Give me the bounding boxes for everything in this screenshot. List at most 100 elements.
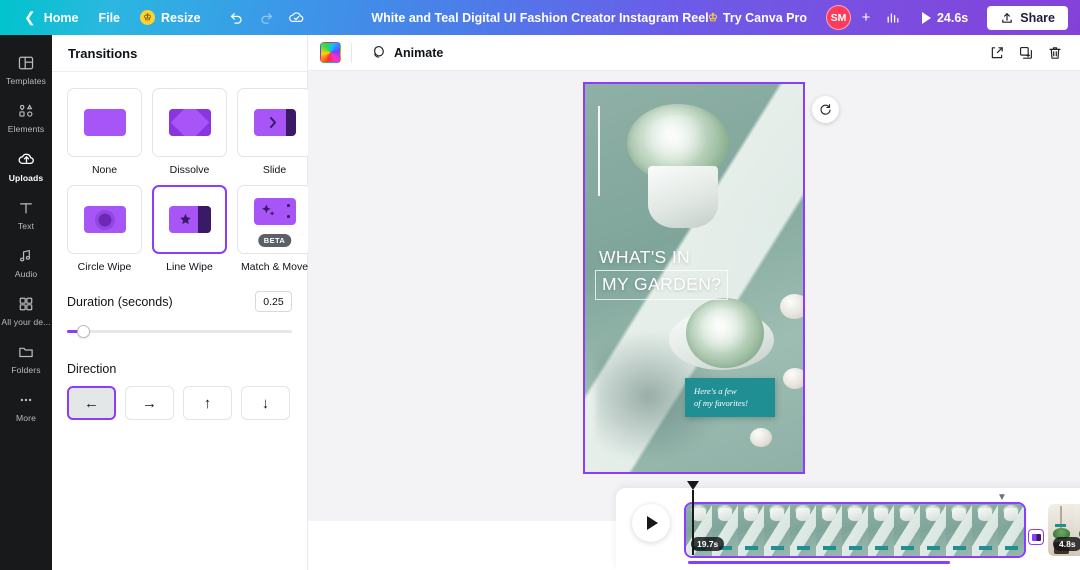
timeline-clip-2[interactable]: 4.8s xyxy=(1048,504,1080,556)
direction-button-up[interactable]: ↑ xyxy=(183,386,232,420)
timeline-panel: ▼ xyxy=(616,488,1080,570)
headline-line-1[interactable]: WHAT'S IN xyxy=(599,247,690,268)
sidebar-item-folders[interactable]: Folders xyxy=(0,334,52,382)
transition-badge-icon[interactable] xyxy=(1028,529,1044,545)
delete-trash-icon[interactable] xyxy=(1041,39,1068,66)
transitions-panel: Transitions None Dissolve xyxy=(52,35,308,570)
transition-card-dissolve[interactable] xyxy=(152,88,227,157)
sidebar-item-audio[interactable]: Audio xyxy=(0,238,52,286)
transition-option-match-and-move: BETA Match & Move xyxy=(237,185,312,273)
playhead-handle[interactable] xyxy=(687,481,699,490)
pro-label: Try Canva Pro xyxy=(723,11,807,25)
document-title[interactable]: White and Teal Digital UI Fashion Creato… xyxy=(371,11,708,25)
page-title: Transitions xyxy=(68,46,137,61)
timeline-clip-1[interactable]: 19.7s xyxy=(686,504,1024,556)
sidebar-item-elements[interactable]: Elements xyxy=(0,93,52,141)
sidebar-label-templates: Templates xyxy=(6,76,46,86)
transition-card-line-wipe[interactable] xyxy=(152,185,227,254)
slider-knob[interactable] xyxy=(77,325,90,338)
add-collaborator-button[interactable]: + xyxy=(855,7,877,29)
insights-bar-chart-icon[interactable] xyxy=(879,5,907,31)
duration-input[interactable] xyxy=(255,291,292,312)
share-label: Share xyxy=(1020,11,1055,25)
top-bar-right-group: ♔ Try Canva Pro SM + 24.6s xyxy=(699,5,1080,31)
sidebar-item-uploads[interactable]: Uploads xyxy=(0,141,52,190)
transition-card-none[interactable] xyxy=(67,88,142,157)
transition-card-slide[interactable] xyxy=(237,88,312,157)
line-wipe-thumb-icon xyxy=(169,206,211,233)
canvas-toolbar: Animate xyxy=(308,35,1080,71)
headline-line-2[interactable]: MY GARDEN? xyxy=(595,270,728,300)
transition-option-slide: Slide xyxy=(237,88,312,176)
share-button[interactable]: Share xyxy=(987,6,1068,30)
add-loop-icon[interactable] xyxy=(812,96,839,123)
resize-button[interactable]: ♔ Resize xyxy=(130,5,211,30)
undo-icon[interactable] xyxy=(223,5,251,31)
direction-button-down[interactable]: ↓ xyxy=(241,386,290,420)
resize-label: Resize xyxy=(161,11,201,25)
animate-label: Animate xyxy=(394,46,443,60)
timeline-play-button[interactable] xyxy=(632,504,670,542)
file-menu-button[interactable]: File xyxy=(88,6,130,30)
clip-duration-badge: 4.8s xyxy=(1053,537,1080,551)
audio-note-icon xyxy=(17,247,35,265)
timeline-horizontal-scrollbar[interactable] xyxy=(688,561,950,564)
transition-label-slide: Slide xyxy=(263,164,286,176)
transition-badge-glyph xyxy=(1032,534,1041,541)
try-canva-pro-button[interactable]: ♔ Try Canva Pro xyxy=(699,6,816,30)
frame-thumb xyxy=(842,504,868,556)
sidebar-item-text[interactable]: Text xyxy=(0,190,52,238)
play-icon xyxy=(922,12,931,24)
match-move-thumb-icon xyxy=(254,198,296,225)
animate-button[interactable]: Animate xyxy=(362,39,451,66)
selected-page-frame[interactable]: WHAT'S IN MY GARDEN? Here's a few of my … xyxy=(583,82,805,474)
pot-top xyxy=(648,166,718,228)
crown-icon: ♔ xyxy=(140,10,155,25)
cloud-saved-icon[interactable] xyxy=(283,5,311,31)
canvas-stage: Animate xyxy=(308,35,1080,570)
play-icon xyxy=(647,516,658,530)
arrow-left-icon: ← xyxy=(84,395,99,412)
panel-body: None Dissolve xyxy=(52,72,307,420)
transition-card-match-and-move[interactable]: BETA xyxy=(237,185,312,254)
chevron-left-icon: ❮ xyxy=(24,9,36,26)
duration-slider[interactable] xyxy=(67,324,292,338)
sidebar-item-templates[interactable]: Templates xyxy=(0,45,52,93)
playhead-line xyxy=(692,490,694,555)
teal-caption-box[interactable]: Here's a few of my favorites! xyxy=(685,378,775,417)
transition-option-dissolve: Dissolve xyxy=(152,88,227,176)
transition-label-match-and-move: Match & Move xyxy=(241,261,308,273)
sidebar-label-text: Text xyxy=(18,221,34,231)
direction-button-right[interactable]: → xyxy=(125,386,174,420)
duplicate-icon[interactable] xyxy=(1012,39,1039,66)
home-label: Home xyxy=(44,11,79,25)
frame-thumb xyxy=(868,504,894,556)
slider-track xyxy=(67,330,292,333)
avatar-initials: SM xyxy=(831,12,847,24)
duration-label: 24.6s xyxy=(937,11,968,25)
transition-card-circle-wipe[interactable] xyxy=(67,185,142,254)
sidebar-item-more[interactable]: More xyxy=(0,382,52,430)
file-label: File xyxy=(98,11,120,25)
plus-label: + xyxy=(862,9,871,26)
chevron-down-icon[interactable]: ▼ xyxy=(987,490,1017,505)
frame-thumb xyxy=(764,504,790,556)
sidebar-item-all-your-designs[interactable]: All your de... xyxy=(0,286,52,334)
sidebar-label-folders: Folders xyxy=(11,365,40,375)
decorative-vertical-line xyxy=(598,106,600,196)
canvas-area: WHAT'S IN MY GARDEN? Here's a few of my … xyxy=(308,71,1080,521)
beta-badge: BETA xyxy=(258,234,291,247)
avatar[interactable]: SM xyxy=(826,5,851,30)
frame-thumb xyxy=(946,504,972,556)
transition-option-none: None xyxy=(67,88,142,176)
frame-thumb xyxy=(998,504,1024,556)
preview-play-button[interactable]: 24.6s xyxy=(913,7,977,29)
direction-button-left[interactable]: ← xyxy=(67,386,116,420)
transition-label-dissolve: Dissolve xyxy=(170,164,210,176)
redo-icon[interactable] xyxy=(253,5,281,31)
home-button[interactable]: ❮ Home xyxy=(14,4,88,31)
color-picker-swatch[interactable] xyxy=(320,42,341,63)
position-export-icon[interactable] xyxy=(983,39,1010,66)
frame-thumb xyxy=(920,504,946,556)
clip-1-frames xyxy=(686,504,1024,556)
